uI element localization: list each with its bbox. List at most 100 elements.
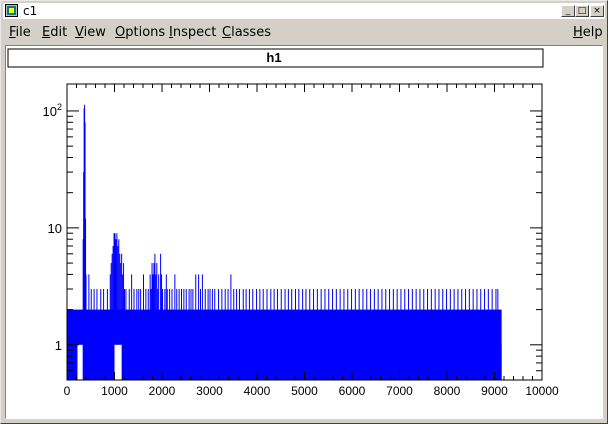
histogram-bin: [138, 289, 140, 380]
histogram-bin: [153, 263, 155, 380]
histogram-bin: [295, 289, 296, 380]
histogram-bin: [335, 289, 337, 380]
histogram-bin: [133, 289, 135, 380]
menu-file-rest: ile: [15, 25, 31, 40]
histogram-bin: [154, 253, 156, 380]
histogram-bin: [343, 289, 345, 380]
histogram-bin: [411, 289, 413, 380]
histogram-bin: [164, 289, 166, 380]
x-tick-label: 3000: [196, 384, 223, 398]
menu-bar: File Edit View Options Inspect Classes H…: [3, 23, 605, 43]
x-tick-label: 8000: [434, 384, 461, 398]
histogram-bin: [218, 289, 220, 380]
histogram-bin: [192, 289, 194, 380]
histogram-bin: [351, 289, 353, 380]
histogram-bin: [270, 289, 272, 380]
x-tick-label: 6000: [339, 384, 366, 398]
histogram-bin: [362, 289, 364, 380]
histogram-bin: [156, 263, 158, 380]
histogram-bin: [214, 289, 216, 380]
histogram-bin: [328, 289, 330, 380]
histogram-bin: [339, 289, 341, 380]
histogram-bin: [230, 274, 232, 380]
menu-help[interactable]: Help: [573, 25, 603, 41]
histogram-bin: [96, 289, 98, 380]
histogram-bin: [128, 289, 130, 380]
window-title: c1: [23, 4, 38, 18]
menu-view[interactable]: View: [75, 25, 106, 41]
x-tick-label: 5000: [291, 384, 318, 398]
histogram-bin: [149, 274, 151, 380]
histogram-bin: [442, 289, 444, 380]
histogram-bin: [147, 289, 149, 380]
histogram-bin: [221, 289, 223, 380]
histogram-bin: [284, 289, 286, 380]
histogram-bin: [111, 253, 113, 380]
histogram-bin: [103, 289, 105, 380]
menu-options[interactable]: Options: [115, 25, 165, 41]
title-bar[interactable]: c1 _ □ ×: [3, 3, 605, 19]
histogram-bin: [480, 289, 482, 380]
histogram-bin: [408, 289, 410, 380]
histogram-bin: [145, 289, 147, 380]
histogram-bin: [276, 289, 278, 380]
histogram-bin: [161, 274, 163, 380]
histogram-chart[interactable]: h1 0 1000 2000 3000 4000 5000 6000 7000 8000 9000 1…: [6, 46, 602, 418]
y-tick-label: 10: [48, 221, 62, 236]
menu-inspect[interactable]: Inspect: [169, 25, 216, 41]
histogram-bin: [190, 289, 192, 380]
histogram-bin: [238, 289, 240, 380]
histogram-bin: [273, 289, 275, 380]
histogram-bin: [185, 289, 187, 380]
histogram-bin: [465, 289, 467, 380]
histogram-bin: [169, 289, 171, 380]
histogram-bin: [110, 263, 112, 380]
histogram-bin: [198, 274, 200, 380]
menu-edit[interactable]: Edit: [42, 25, 67, 41]
histogram-bin: [487, 289, 489, 380]
histogram-bin: [150, 289, 152, 380]
histogram-bin: [298, 289, 300, 380]
histogram-bin: [245, 289, 247, 380]
x-tick-label: 10000: [525, 384, 559, 398]
histogram-bin: [140, 289, 142, 380]
histogram-bin: [124, 289, 125, 380]
histogram-bin: [195, 274, 197, 380]
maximize-button[interactable]: □: [575, 5, 589, 17]
histogram-bin: [370, 289, 372, 380]
histogram-bin: [204, 289, 206, 380]
close-button[interactable]: ×: [590, 5, 604, 17]
histogram-bin: [419, 289, 421, 380]
menu-view-accel: V: [75, 25, 84, 40]
histogram-bin: [109, 274, 111, 380]
histogram-bin: [85, 274, 87, 380]
histogram-bin: [233, 289, 235, 380]
histogram-bin: [434, 289, 436, 380]
histogram-bin: [90, 289, 92, 380]
minimize-button[interactable]: _: [561, 5, 575, 17]
plot-canvas[interactable]: h1 0 1000 2000 3000 4000 5000 6000 7000 8000 9000 1…: [5, 45, 603, 419]
histogram-bin: [491, 289, 493, 380]
histogram-bin: [430, 289, 432, 380]
histogram-bin: [188, 289, 190, 380]
histogram-bin: [242, 289, 244, 380]
histogram-bin: [106, 289, 108, 380]
histogram-baseline: [67, 309, 502, 380]
histogram-bin: [313, 289, 315, 380]
x-tick-label: 9000: [481, 384, 508, 398]
menu-classes-accel: C: [222, 25, 232, 40]
histogram-bin: [143, 274, 144, 380]
histogram-bin: [256, 289, 258, 380]
histogram-bin: [160, 253, 162, 380]
menu-classes[interactable]: Classes: [222, 25, 271, 41]
histogram-bin: [248, 289, 250, 380]
histogram-bin: [396, 289, 398, 380]
menu-help-accel: H: [573, 25, 583, 40]
x-tick-label: 0: [64, 384, 71, 398]
histogram-bin: [347, 289, 349, 380]
menu-view-rest: iew: [83, 25, 106, 40]
histogram-bin: [472, 289, 474, 380]
histogram-bin: [211, 289, 213, 380]
menu-file[interactable]: File: [9, 25, 31, 41]
histogram-bin: [302, 289, 304, 380]
